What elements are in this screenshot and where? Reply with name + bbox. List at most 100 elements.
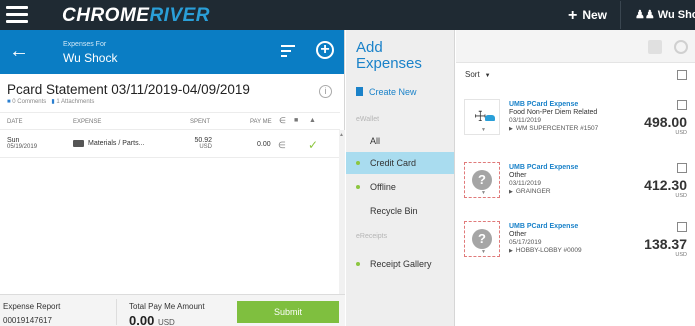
item-source: UMB PCard Expense bbox=[509, 101, 579, 108]
nav-item-offline[interactable]: Offline bbox=[346, 176, 454, 198]
col-date[interactable]: DATE bbox=[7, 119, 23, 125]
list-item[interactable]: ☩ ▼ UMB PCard Expense Food Non-Per Diem … bbox=[456, 90, 695, 148]
col-spent[interactable]: SPENT bbox=[190, 119, 210, 125]
item-source: UMB PCard Expense bbox=[509, 164, 579, 171]
total-value: 0.00 bbox=[129, 313, 155, 326]
caret-down-icon: ▼ bbox=[481, 249, 486, 255]
nav-item-recycle-bin[interactable]: Recycle Bin bbox=[346, 200, 454, 222]
item-merchant[interactable]: ▶ HOBBY-LOBBY #0009 bbox=[509, 247, 582, 254]
ewallet-list-panel: Sort ▼ ☩ ▼ UMB PCard Expense Food Non-Per… bbox=[456, 30, 695, 326]
item-checkbox[interactable] bbox=[677, 100, 687, 110]
item-date: 03/11/2019 bbox=[509, 117, 542, 124]
caret-down-icon: ▼ bbox=[484, 73, 491, 79]
back-arrow-icon[interactable]: ← bbox=[9, 41, 29, 61]
top-bar: CHROMERIVER + New ♟♟ Wu Shock bbox=[0, 0, 695, 30]
question-icon: ? bbox=[472, 170, 492, 190]
report-header: ← Expenses For Wu Shock + bbox=[0, 30, 344, 74]
user-name: Wu Shock bbox=[657, 9, 695, 21]
people-icon bbox=[485, 115, 495, 121]
trash-icon[interactable] bbox=[648, 40, 662, 54]
status-dot bbox=[356, 161, 360, 165]
item-type: Other bbox=[509, 231, 527, 238]
row-expense: Materials / Parts... bbox=[88, 140, 145, 147]
list-item[interactable]: ? ▼ UMB PCard Expense Other 03/11/2019 ▶… bbox=[456, 153, 695, 211]
more-icon[interactable] bbox=[674, 40, 688, 54]
caret-down-icon: ▼ bbox=[481, 190, 486, 196]
info-icon[interactable]: i bbox=[319, 85, 332, 98]
add-expense-button[interactable]: + bbox=[316, 41, 334, 59]
submit-button[interactable]: Submit bbox=[237, 301, 339, 323]
document-icon bbox=[356, 87, 363, 96]
sort-dropdown[interactable]: Sort ▼ bbox=[465, 70, 491, 79]
item-type: Food Non-Per Diem Related bbox=[509, 109, 598, 116]
total-label: Total Pay Me Amount bbox=[129, 302, 205, 311]
item-date: 03/11/2019 bbox=[509, 180, 542, 187]
item-source: UMB PCard Expense bbox=[509, 223, 579, 230]
list-toolbar bbox=[456, 30, 695, 63]
header-user-name: Wu Shock bbox=[63, 51, 118, 65]
paperclip-icon: ∈ bbox=[279, 116, 286, 125]
report-title: Pcard Statement 03/11/2019-04/09/2019 bbox=[7, 82, 250, 97]
item-currency: USD bbox=[675, 193, 687, 199]
user-icon: ♟♟ bbox=[635, 9, 655, 21]
warning-icon: ▲ bbox=[309, 117, 316, 124]
row-spent: 50.92 bbox=[194, 137, 212, 144]
total-currency: USD bbox=[157, 318, 175, 326]
receipt-thumbnail[interactable]: ? ▼ bbox=[464, 221, 500, 257]
col-pay-me[interactable]: PAY ME bbox=[250, 119, 272, 125]
user-menu-button[interactable]: ♟♟ Wu Shock bbox=[620, 1, 695, 29]
report-meta: ■ 0 Comments ▮ 1 Attachments bbox=[7, 98, 94, 105]
create-new-label: Create New bbox=[369, 87, 417, 97]
truck-icon bbox=[73, 140, 84, 147]
paperclip-icon: ∈ bbox=[278, 140, 286, 150]
receipt-thumbnail[interactable]: ? ▼ bbox=[464, 162, 500, 198]
row-currency: USD bbox=[199, 144, 212, 150]
nav-item-credit-card[interactable]: Credit Card bbox=[346, 152, 454, 174]
add-expenses-nav: Add Expenses Create New eWallet All Cred… bbox=[346, 30, 455, 326]
row-date: 05/19/2019 bbox=[7, 144, 38, 150]
status-dot bbox=[356, 262, 360, 266]
item-checkbox[interactable] bbox=[677, 163, 687, 173]
divider bbox=[116, 299, 117, 325]
comment-icon: ■ bbox=[7, 99, 11, 105]
receipt-thumbnail[interactable]: ☩ ▼ bbox=[464, 99, 500, 135]
table-row[interactable]: Sun 05/19/2019 Materials / Parts... 50.9… bbox=[0, 130, 340, 158]
col-expense[interactable]: EXPENSE bbox=[73, 119, 101, 125]
select-all-checkbox[interactable] bbox=[677, 70, 687, 80]
new-button[interactable]: + New bbox=[568, 6, 607, 24]
plus-icon: + bbox=[568, 7, 578, 24]
list-item[interactable]: ? ▼ UMB PCard Expense Other 05/17/2019 ▶… bbox=[456, 212, 695, 270]
item-date: 05/17/2019 bbox=[509, 239, 542, 246]
caret-down-icon: ▼ bbox=[481, 127, 486, 133]
attachments-count[interactable]: 1 Attachments bbox=[56, 99, 94, 105]
item-merchant[interactable]: ▶ WM SUPERCENTER #1507 bbox=[509, 125, 598, 132]
item-merchant[interactable]: ▶ GRAINGER bbox=[509, 188, 551, 195]
question-icon: ? bbox=[472, 229, 492, 249]
sort-row: Sort ▼ bbox=[456, 63, 695, 85]
report-panel: ← Expenses For Wu Shock + Pcard Statemen… bbox=[0, 30, 345, 326]
filter-icon[interactable] bbox=[281, 45, 295, 60]
row-pay-me: 0.00 bbox=[257, 141, 271, 148]
item-checkbox[interactable] bbox=[677, 222, 687, 232]
add-expenses-title: Add Expenses bbox=[356, 39, 422, 72]
header-caption: Expenses For bbox=[63, 41, 107, 48]
ereceipts-heading: eReceipts bbox=[356, 233, 388, 240]
scroll-up-icon[interactable]: ▲ bbox=[339, 132, 344, 138]
nav-item-receipt-gallery[interactable]: Receipt Gallery bbox=[346, 253, 454, 275]
comments-count[interactable]: 0 Comments bbox=[12, 99, 46, 105]
report-footer: Expense Report 00019147617 Total Pay Me … bbox=[0, 294, 345, 326]
report-label: Expense Report bbox=[3, 302, 61, 311]
new-label: New bbox=[582, 8, 608, 22]
attachment-icon: ▮ bbox=[51, 99, 55, 105]
item-currency: USD bbox=[675, 252, 687, 258]
app-logo: CHROMERIVER bbox=[62, 5, 211, 26]
item-amount: 412.30 bbox=[644, 177, 687, 193]
nav-item-all[interactable]: All bbox=[346, 130, 454, 152]
row-day: Sun bbox=[7, 137, 20, 144]
item-amount: 498.00 bbox=[644, 114, 687, 130]
menu-icon[interactable] bbox=[6, 6, 28, 24]
status-dot bbox=[356, 185, 360, 189]
total-amount: 0.00 USD bbox=[129, 313, 175, 326]
item-currency: USD bbox=[675, 130, 687, 136]
create-new-link[interactable]: Create New bbox=[356, 86, 417, 97]
